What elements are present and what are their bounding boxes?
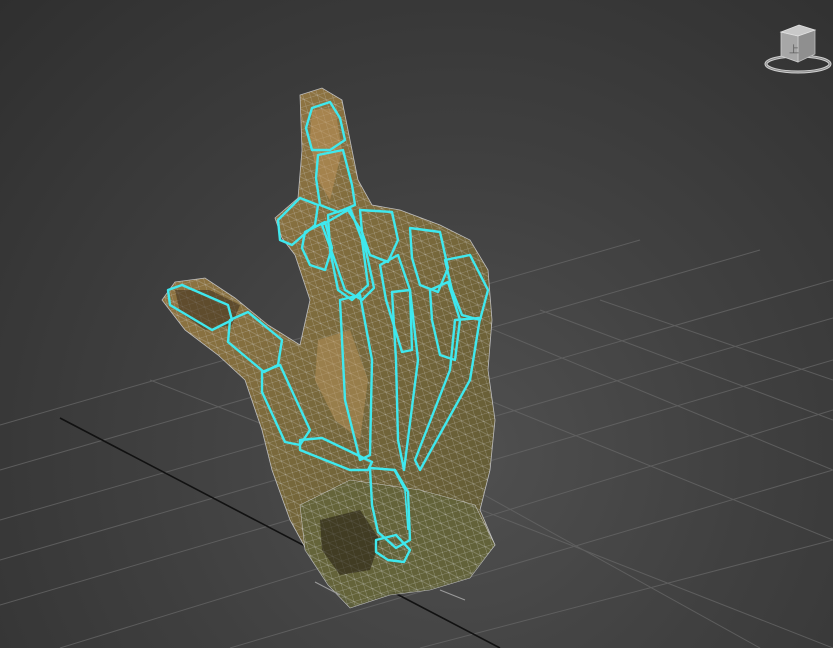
viewcube[interactable]: 上 xyxy=(763,22,833,78)
perspective-viewport[interactable]: 上 xyxy=(0,0,833,648)
viewcube-icon[interactable]: 上 xyxy=(763,22,833,78)
scene-canvas[interactable] xyxy=(0,0,833,648)
viewcube-face-label: 上 xyxy=(789,44,799,56)
hand-mesh[interactable] xyxy=(161,87,496,609)
